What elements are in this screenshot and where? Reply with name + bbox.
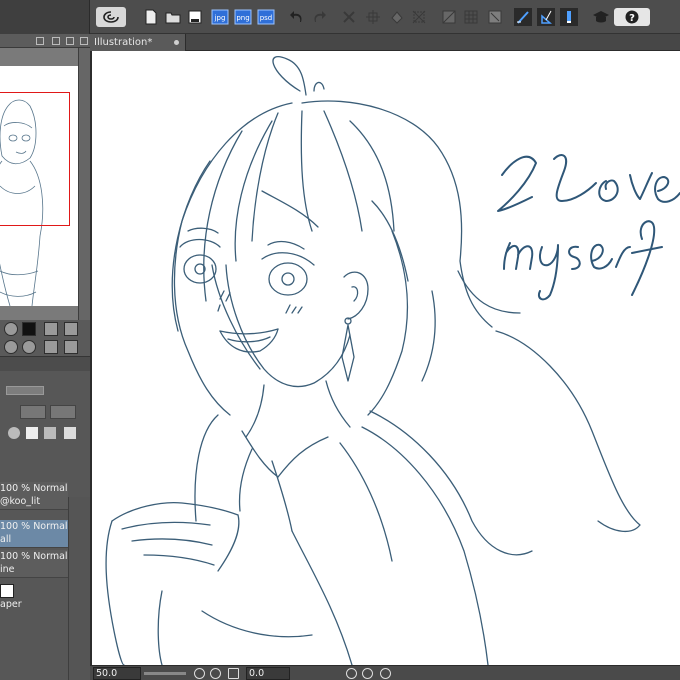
layer-mode-icon[interactable] [20,405,46,419]
navigator-option-icon[interactable] [36,37,44,45]
fit-icon[interactable] [228,668,239,679]
document-tab-title: Illustration* [94,37,153,48]
layer-row-selected[interactable]: 100 % Normal all [0,520,68,548]
flip-horizontal-icon[interactable] [44,340,58,354]
grid-icon[interactable] [462,8,480,26]
line-art-sketch [105,56,680,665]
navigator-tool-row [0,338,90,356]
export-jpg-icon[interactable]: jpg [210,8,230,26]
open-file-icon[interactable] [164,8,182,26]
rotate-right-icon[interactable] [362,668,373,679]
document-tab-bar: Illustration* [90,34,680,51]
layer-name: ine [0,564,15,575]
redo-icon[interactable] [310,8,328,26]
reset-rotation-icon[interactable] [22,340,36,354]
left-panel: 100 % Normal @koo_lit 100 % Normal all 1… [0,34,90,680]
layer-name: all [0,534,12,545]
layer-lock-icon[interactable] [8,427,20,439]
fill-icon[interactable] [388,8,406,26]
save-icon[interactable] [186,8,204,26]
hide-selection-icon[interactable] [440,8,458,26]
navigator-option-icon[interactable] [66,37,74,45]
reset-rotation-icon[interactable] [380,668,391,679]
fit-view-icon[interactable] [22,322,36,336]
navigator-view-frame[interactable] [0,92,70,226]
navigator-option-icon[interactable] [80,37,88,45]
layer-tool-icons [0,401,90,449]
zoom-field[interactable]: 50.0 [93,667,141,680]
main-toolbar: jpg png psd ? [0,0,680,34]
layer-panel: 100 % Normal @koo_lit 100 % Normal all 1… [0,356,90,680]
flip-vertical-icon[interactable] [64,340,78,354]
svg-text:png: png [236,14,249,22]
zoom-out-icon[interactable] [194,668,205,679]
navigator-view[interactable] [0,48,78,324]
layer-blend-label: 100 % Normal [0,521,68,532]
layer-name: @koo_lit [0,496,41,507]
new-file-icon[interactable] [142,8,160,26]
layer-blend-label: 100 % Normal [0,483,68,494]
help-icon[interactable]: ? [614,8,650,26]
transform-icon[interactable] [364,8,382,26]
paper-layer-icon [0,584,14,598]
navigator-option-icon[interactable] [52,37,60,45]
document-tab[interactable]: Illustration* [90,34,186,51]
navigator-tool-row [0,320,90,338]
layer-blend-label: 100 % Normal [0,551,68,562]
new-folder-icon[interactable] [44,427,56,439]
layer-row[interactable]: 100 % Normal ine [0,550,68,578]
clear-icon[interactable] [340,8,358,26]
drawing-canvas[interactable] [90,51,680,665]
layer-scrollbar[interactable] [68,497,90,680]
flip-icon[interactable] [44,322,58,336]
navigator-scrollbar[interactable] [78,48,90,324]
pen-tilt-icon[interactable] [537,8,555,26]
navigator-header [0,34,90,48]
rotate-icon[interactable] [64,322,78,336]
status-bar: 50.0 0.0 [90,665,680,680]
ruler-icon[interactable] [486,8,504,26]
layer-panel-tabs[interactable] [0,357,90,371]
rotate-left-icon[interactable] [346,668,357,679]
zoom-in-icon[interactable] [4,322,18,336]
delete-layer-icon[interactable] [64,427,76,439]
close-tab-icon[interactable] [174,40,179,45]
export-png-icon[interactable]: png [233,8,253,26]
svg-text:?: ? [629,13,635,24]
rotation-angle-field[interactable]: 0.0 [246,667,290,680]
layer-row-paper[interactable]: aper [0,598,68,626]
tutorial-icon[interactable] [592,8,610,26]
zoom-in-icon[interactable] [210,668,221,679]
svg-text:jpg: jpg [214,14,226,22]
export-psd-icon[interactable]: psd [256,8,276,26]
opacity-slider[interactable] [6,386,44,395]
deselect-icon[interactable] [410,8,428,26]
svg-text:psd: psd [260,14,273,22]
layer-name: aper [0,599,22,610]
new-layer-icon[interactable] [26,427,38,439]
app-logo-icon[interactable] [96,7,126,27]
undo-icon[interactable] [288,8,306,26]
zoom-slider[interactable] [144,672,186,675]
pen-pressure-icon[interactable] [514,8,532,26]
brush-size-icon[interactable] [560,8,578,26]
layer-mask-icon[interactable] [50,405,76,419]
toolbar-left-strip [0,0,90,34]
layer-row[interactable]: 100 % Normal @koo_lit [0,482,68,510]
rotate-left-icon[interactable] [4,340,18,354]
